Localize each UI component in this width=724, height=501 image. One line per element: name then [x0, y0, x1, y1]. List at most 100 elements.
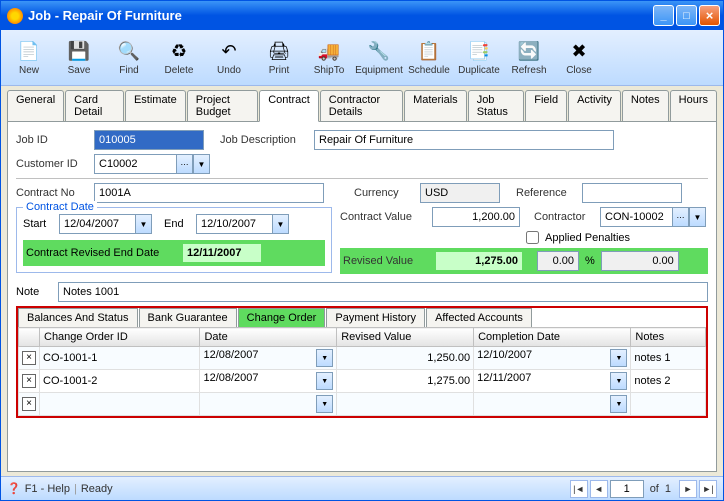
date-dropdown[interactable]: ▼ [316, 395, 333, 413]
first-page-button[interactable]: |◄ [570, 480, 588, 498]
cell-comp[interactable]: ▼ [474, 393, 631, 416]
find-button[interactable]: 🔍Find [105, 32, 153, 83]
contract-value-input[interactable] [432, 207, 520, 227]
cell-notes[interactable]: notes 1 [631, 347, 706, 370]
next-page-button[interactable]: ► [679, 480, 697, 498]
equipment-button[interactable]: 🔧Equipment [355, 32, 403, 83]
end-date-input[interactable] [196, 214, 272, 234]
cell-value[interactable]: 1,250.00 [337, 347, 474, 370]
delete-row-button[interactable]: × [22, 397, 36, 411]
contractor-dropdown-button[interactable]: ▼ [689, 207, 706, 227]
tab-notes[interactable]: Notes [622, 90, 669, 121]
contract-no-input[interactable] [94, 183, 324, 203]
cell-id[interactable]: CO-1001-2 [40, 370, 200, 393]
cell-id[interactable]: CO-1001-1 [40, 347, 200, 370]
col-change-order-id[interactable]: Change Order ID [40, 328, 200, 347]
tab-job-status[interactable]: Job Status [468, 90, 525, 121]
table-row[interactable]: × CO-1001-212/08/2007▼1,275.0012/11/2007▼… [19, 370, 706, 393]
comp-dropdown[interactable]: ▼ [610, 395, 627, 413]
tab-contract[interactable]: Contract [259, 90, 319, 122]
col-date[interactable]: Date [200, 328, 337, 347]
start-date-picker[interactable]: ▼ [135, 214, 152, 234]
tab-materials[interactable]: Materials [404, 90, 467, 121]
customer-dropdown-button[interactable]: ▼ [193, 154, 210, 174]
close-button[interactable]: × [699, 5, 720, 26]
cell-date[interactable]: 12/08/2007▼ [200, 370, 337, 393]
date-dropdown[interactable]: ▼ [316, 349, 333, 367]
prev-page-button[interactable]: ◄ [590, 480, 608, 498]
undo-button[interactable]: ↶Undo [205, 32, 253, 83]
cell-value[interactable] [337, 393, 474, 416]
cell-comp[interactable]: 12/11/2007▼ [474, 370, 631, 393]
table-row[interactable]: × ▼ ▼ [19, 393, 706, 416]
date-dropdown[interactable]: ▼ [316, 372, 333, 390]
last-page-button[interactable]: ►| [699, 480, 717, 498]
undo-icon: ↶ [217, 39, 241, 63]
penalties-checkbox[interactable] [526, 231, 539, 244]
cell-date[interactable]: 12/08/2007▼ [200, 347, 337, 370]
tab-general[interactable]: General [7, 90, 64, 121]
contractor-lookup-button[interactable]: ⋯ [672, 207, 689, 227]
refresh-icon: 🔄 [517, 39, 541, 63]
start-label: Start [23, 218, 53, 230]
cell-value[interactable]: 1,275.00 [337, 370, 474, 393]
cell-comp[interactable]: 12/10/2007▼ [474, 347, 631, 370]
job-desc-input[interactable] [314, 130, 614, 150]
page-input[interactable] [610, 480, 644, 498]
tab-activity[interactable]: Activity [568, 90, 621, 121]
tab-estimate[interactable]: Estimate [125, 90, 186, 121]
refresh-button[interactable]: 🔄Refresh [505, 32, 553, 83]
col-revised-value[interactable]: Revised Value [337, 328, 474, 347]
minimize-button[interactable]: _ [653, 5, 674, 26]
contractor-input[interactable] [600, 207, 672, 227]
toolbar: 📄New💾Save🔍Find♻Delete↶Undo🖨Print🚚ShipTo🔧… [1, 30, 723, 86]
tab-field[interactable]: Field [525, 90, 567, 121]
print-button[interactable]: 🖨Print [255, 32, 303, 83]
close-button[interactable]: ✖Close [555, 32, 603, 83]
print-icon: 🖨 [267, 39, 291, 63]
maximize-button[interactable]: □ [676, 5, 697, 26]
revised-value-input [435, 251, 523, 271]
delete-button[interactable]: ♻Delete [155, 32, 203, 83]
equipment-icon: 🔧 [367, 39, 391, 63]
subtab-bank-guarantee[interactable]: Bank Guarantee [139, 308, 237, 327]
col-notes[interactable]: Notes [631, 328, 706, 347]
subtab-payment-history[interactable]: Payment History [326, 308, 425, 327]
percent-label: % [585, 255, 595, 267]
reference-input[interactable] [582, 183, 682, 203]
change-order-grid: Change Order IDDateRevised ValueCompleti… [18, 327, 706, 416]
col-completion-date[interactable]: Completion Date [474, 328, 631, 347]
customer-id-input[interactable] [94, 154, 176, 174]
note-input[interactable] [58, 282, 708, 302]
penalty-amt-input [601, 251, 679, 271]
save-button[interactable]: 💾Save [55, 32, 103, 83]
job-id-input[interactable] [94, 130, 204, 150]
end-date-picker[interactable]: ▼ [272, 214, 289, 234]
subtab-balances-and-status[interactable]: Balances And Status [18, 308, 138, 327]
start-date-input[interactable] [59, 214, 135, 234]
customer-lookup-button[interactable]: ⋯ [176, 154, 193, 174]
duplicate-button[interactable]: 📑Duplicate [455, 32, 503, 83]
tab-contractor-details[interactable]: Contractor Details [320, 90, 403, 121]
app-icon [7, 8, 23, 24]
delete-row-button[interactable]: × [22, 351, 36, 365]
cell-notes[interactable]: notes 2 [631, 370, 706, 393]
new-button[interactable]: 📄New [5, 32, 53, 83]
subtab-change-order[interactable]: Change Order [238, 308, 326, 327]
duplicate-icon: 📑 [467, 39, 491, 63]
cell-notes[interactable] [631, 393, 706, 416]
cell-id[interactable] [40, 393, 200, 416]
subtab-affected-accounts[interactable]: Affected Accounts [426, 308, 532, 327]
comp-dropdown[interactable]: ▼ [610, 372, 627, 390]
shipto-button[interactable]: 🚚ShipTo [305, 32, 353, 83]
help-text: F1 - Help [25, 483, 70, 495]
tab-project-budget[interactable]: Project Budget [187, 90, 258, 121]
cell-date[interactable]: ▼ [200, 393, 337, 416]
tab-card-detail[interactable]: Card Detail [65, 90, 124, 121]
schedule-button[interactable]: 📋Schedule [405, 32, 453, 83]
table-row[interactable]: × CO-1001-112/08/2007▼1,250.0012/10/2007▼… [19, 347, 706, 370]
comp-dropdown[interactable]: ▼ [610, 349, 627, 367]
of-label: of [650, 483, 659, 495]
delete-row-button[interactable]: × [22, 374, 36, 388]
tab-hours[interactable]: Hours [670, 90, 717, 121]
